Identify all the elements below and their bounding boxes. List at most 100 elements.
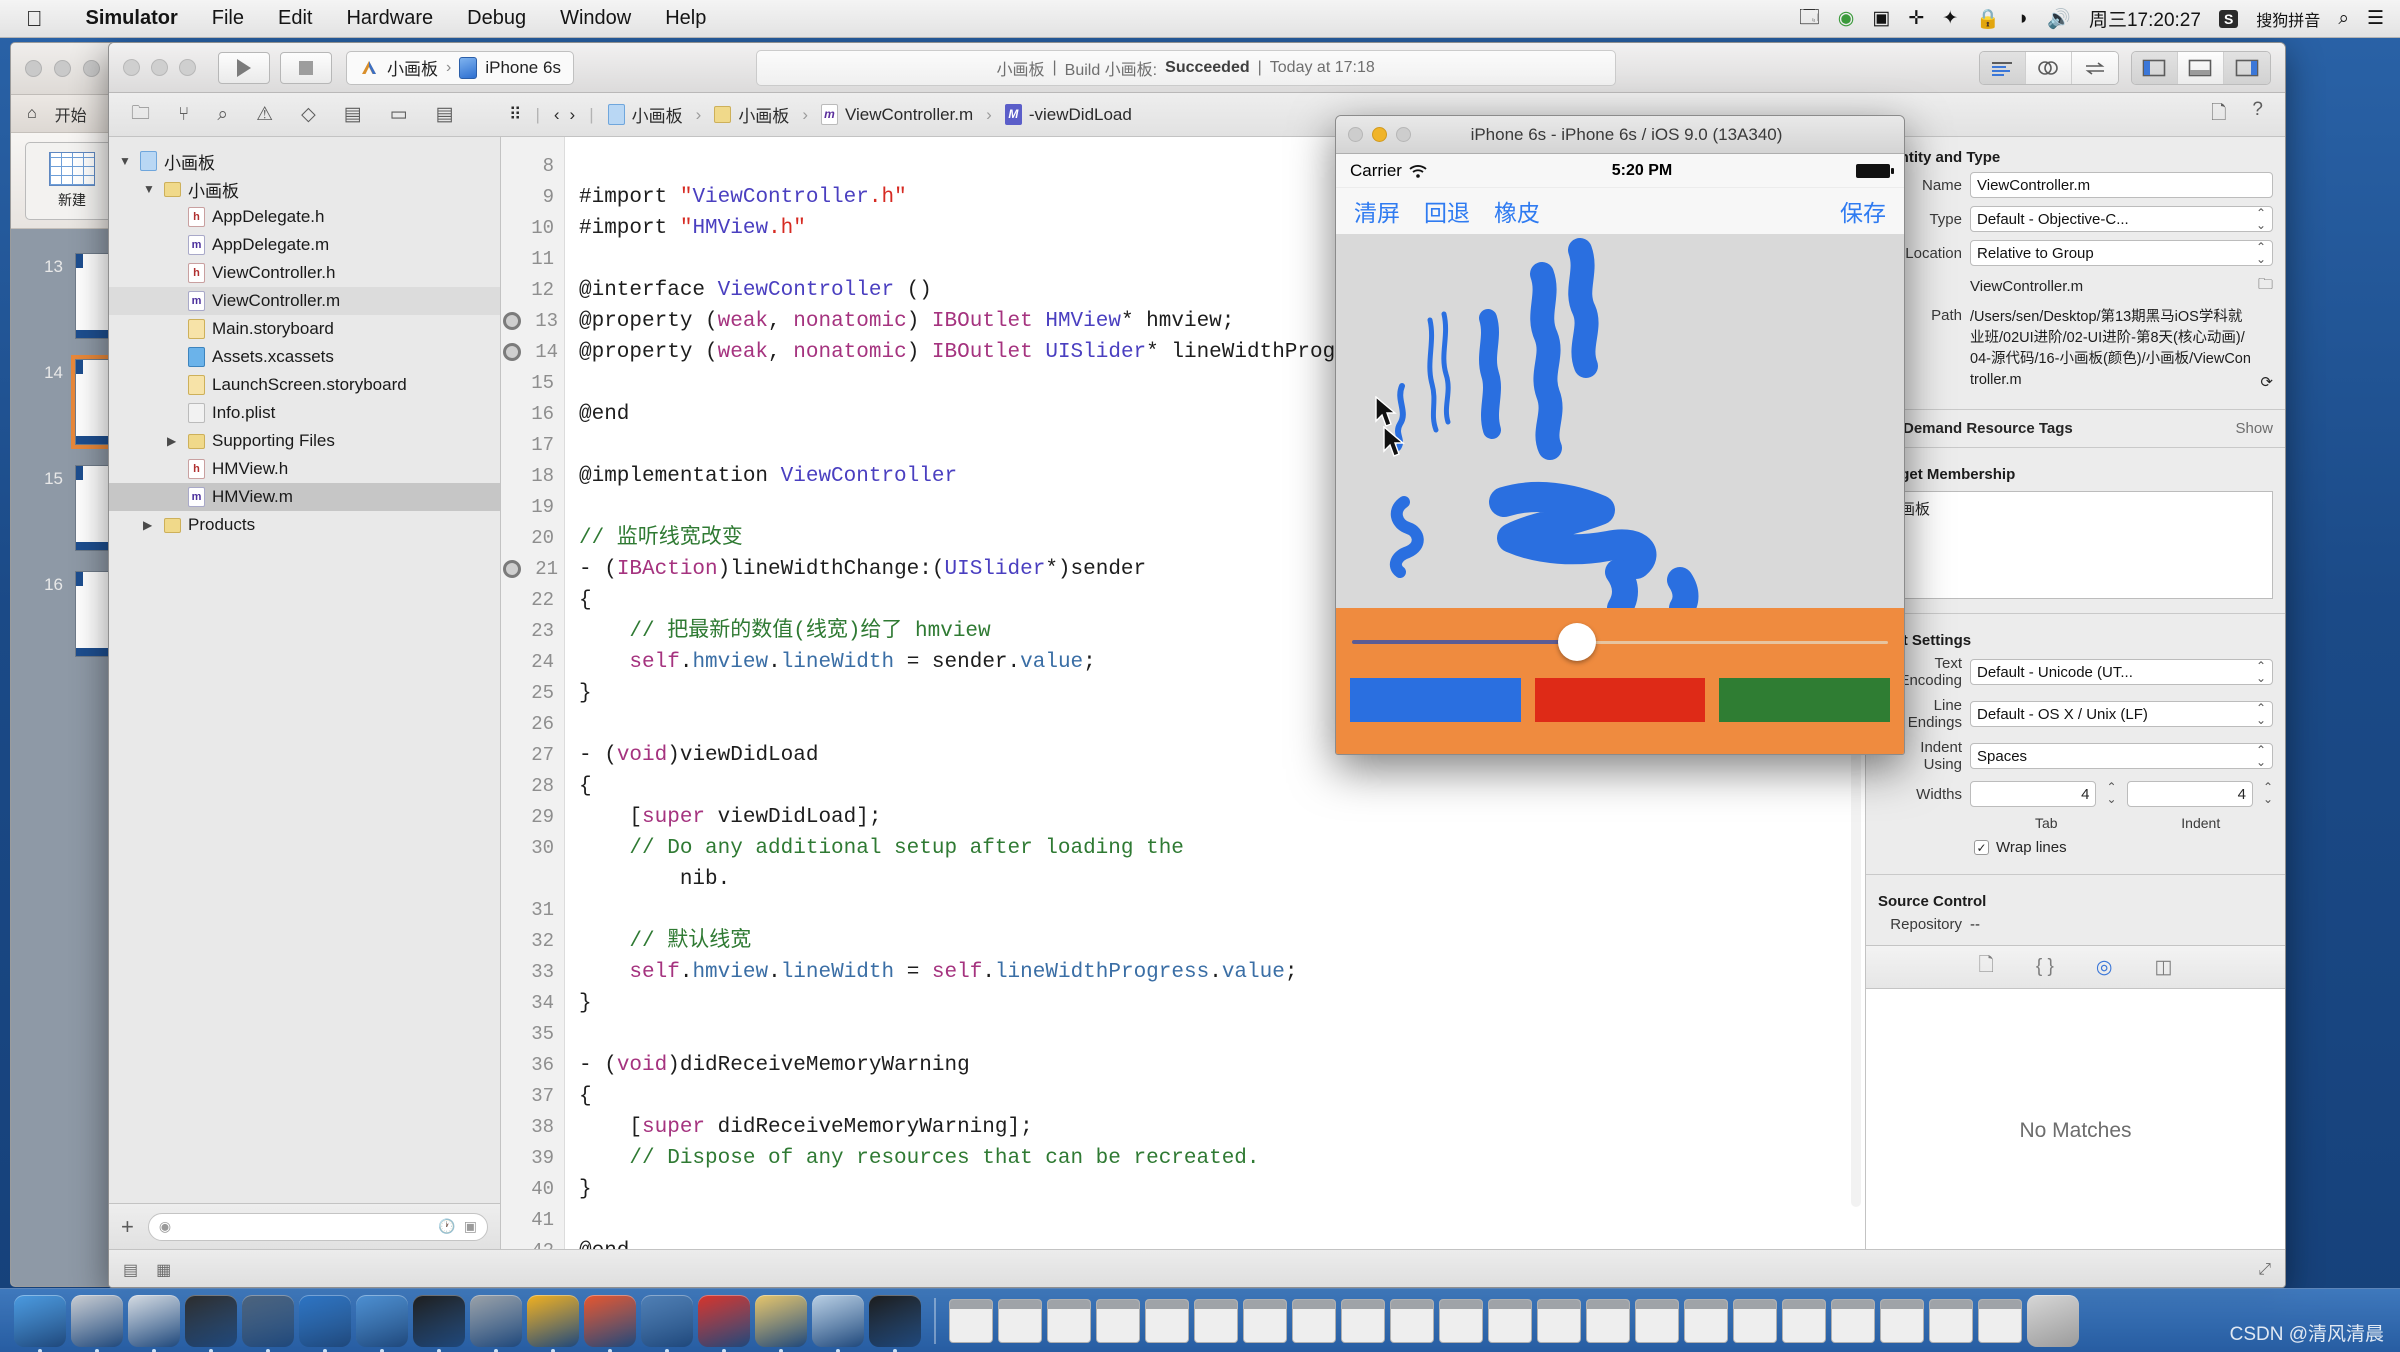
line-number[interactable]: 25 (501, 678, 564, 709)
zoom-button[interactable] (1396, 127, 1411, 142)
code-line[interactable]: // Do any additional setup after loading… (579, 833, 1865, 864)
eraser-button[interactable]: 橡皮 (1494, 194, 1540, 228)
back-chevron-icon[interactable]: ‹ (554, 105, 560, 125)
line-number[interactable]: 42 (501, 1236, 564, 1249)
minimized-window[interactable] (1488, 1298, 1532, 1343)
search-icon[interactable]: ⌕ (217, 104, 228, 126)
line-number[interactable] (501, 864, 564, 895)
line-number[interactable]: 14 (501, 337, 564, 368)
code-line[interactable]: { (579, 771, 1865, 802)
minimized-window[interactable] (1243, 1298, 1287, 1343)
close-button[interactable] (1348, 127, 1363, 142)
code-line[interactable]: // Dispose of any resources that can be … (579, 1143, 1865, 1174)
report-icon[interactable]: ▤ (436, 103, 454, 126)
line-number[interactable]: 12 (501, 275, 564, 306)
terminal-icon[interactable] (413, 1294, 465, 1347)
red-swatch-button[interactable] (1534, 678, 1706, 722)
navigator-selector-bar[interactable]: 🗀 ⑂ ⌕ ⚠ ◇ ▤ ▭ ▤ (109, 99, 501, 131)
paint-controls[interactable] (1336, 608, 1904, 754)
minimized-window[interactable] (1537, 1298, 1581, 1343)
code-line[interactable]: nib. (579, 864, 1865, 895)
sketch-icon[interactable] (527, 1294, 579, 1347)
tree-item[interactable]: h AppDelegate.h (109, 203, 500, 231)
folder-icon[interactable]: 🗀 (131, 99, 150, 131)
blue-swatch-button[interactable] (1350, 678, 1521, 722)
xcode-icon[interactable] (299, 1294, 351, 1347)
minimized-window[interactable] (1586, 1298, 1630, 1343)
minimize-button[interactable] (54, 60, 71, 77)
safari-icon[interactable] (128, 1294, 180, 1347)
test-icon[interactable]: ◇ (301, 103, 316, 126)
undo-button[interactable]: 回退 (1424, 194, 1470, 228)
navigator-toggle-icon[interactable] (2131, 51, 2178, 84)
menu-item-edit[interactable]: Edit (261, 7, 329, 30)
type-select[interactable]: Default - Objective-C... ⌃ ⌄ (1970, 206, 2273, 232)
volume-icon[interactable]: 🔊 (2047, 7, 2071, 31)
code-line[interactable]: } (579, 988, 1865, 1019)
grid-view-icon[interactable]: ▦ (156, 1260, 171, 1280)
line-number[interactable]: 28 (501, 771, 564, 802)
apple-icon[interactable]:  (26, 7, 43, 30)
disclosure-open-icon[interactable]: ▼ (143, 182, 157, 196)
drawing-canvas[interactable] (1336, 234, 1904, 608)
assistant-editor-icon[interactable] (2025, 51, 2072, 84)
menu-item-file[interactable]: File (195, 7, 261, 30)
line-number[interactable]: 33 (501, 957, 564, 988)
line-number[interactable]: 15 (501, 368, 564, 399)
location-select[interactable]: Relative to Group ⌃ ⌄ (1970, 240, 2273, 266)
tree-item[interactable]: LaunchScreen.storyboard (109, 371, 500, 399)
line-number[interactable]: 34 (501, 988, 564, 1019)
code-line[interactable] (579, 1205, 1865, 1236)
add-icon[interactable]: + (121, 1214, 134, 1240)
minimized-window[interactable] (1390, 1298, 1434, 1343)
code-line[interactable]: { (579, 1081, 1865, 1112)
line-width-slider[interactable] (1350, 622, 1890, 662)
bluetooth-icon[interactable]: ✦ (1942, 7, 1958, 30)
utilities-toggle-icon[interactable] (2223, 51, 2270, 84)
close-button[interactable] (123, 59, 140, 76)
refresh-icon[interactable]: ⟳ (2260, 373, 2273, 391)
line-number[interactable]: 41 (501, 1205, 564, 1236)
screen-record-icon[interactable]: ▣ (1872, 7, 1890, 30)
code-line[interactable] (579, 1019, 1865, 1050)
stop-button[interactable] (280, 51, 332, 84)
code-line[interactable]: [super viewDidLoad]; (579, 802, 1865, 833)
wifi-icon[interactable]: ◗ (2018, 8, 2029, 30)
inspector-tab-bar[interactable]: 🗋 { } ◎ ◫ (1866, 945, 2285, 989)
tree-item[interactable]: m AppDelegate.m (109, 231, 500, 259)
save-button[interactable]: 保存 (1840, 194, 1886, 228)
expand-icon[interactable]: ⤢ (2258, 1261, 2271, 1279)
line-number[interactable]: 9 (501, 182, 564, 213)
line-number[interactable]: 17 (501, 430, 564, 461)
airplay-icon[interactable]: 🗔 (1799, 3, 1820, 35)
line-number[interactable]: 8 (501, 151, 564, 182)
filter-input[interactable]: ◉ 🕐 ▣ (147, 1212, 488, 1241)
disclosure-closed-icon[interactable]: ▶ (143, 518, 157, 532)
simulator-icon[interactable] (356, 1294, 408, 1347)
line-number[interactable]: 18 (501, 461, 564, 492)
breakpoint-icon[interactable]: ▭ (390, 103, 408, 126)
tree-item[interactable]: ▶ Products (109, 511, 500, 539)
resource-tags-show-button[interactable]: Show (2235, 420, 2273, 437)
line-number[interactable]: 24 (501, 647, 564, 678)
code-line[interactable]: [super didReceiveMemoryWarning]; (579, 1112, 1865, 1143)
debug-icon[interactable]: ▤ (344, 103, 362, 126)
line-number[interactable]: 30 (501, 833, 564, 864)
indent-width-input[interactable]: 4 (2126, 781, 2253, 807)
run-button[interactable] (218, 51, 270, 84)
trash-icon[interactable] (2027, 1294, 2079, 1347)
line-number[interactable]: 21 (501, 554, 564, 585)
filter-icon[interactable]: ▣ (464, 1218, 477, 1235)
minimized-window[interactable] (1341, 1298, 1385, 1343)
wrap-lines-row[interactable]: ✓ Wrap lines (1878, 839, 2273, 856)
breadcrumb-item-symbol[interactable]: M -viewDidLoad (1004, 104, 1132, 125)
xcode-window[interactable]: 小画板 › iPhone 6s 小画板 | Build 小画板: Succeed… (108, 42, 2286, 1288)
tree-item[interactable]: m ViewController.m (109, 287, 500, 315)
macos-menubar[interactable]:  Simulator File Edit Hardware Debug Win… (0, 0, 2400, 38)
code-line[interactable]: // 默认线宽 (579, 926, 1865, 957)
code-line[interactable]: } (579, 1174, 1865, 1205)
disclosure-open-icon[interactable]: ▼ (119, 154, 133, 168)
recent-icon[interactable]: 🕐 (438, 1218, 455, 1235)
breakpoint-marker[interactable] (503, 312, 521, 330)
lock-icon[interactable]: 🔒 (1976, 7, 2000, 31)
